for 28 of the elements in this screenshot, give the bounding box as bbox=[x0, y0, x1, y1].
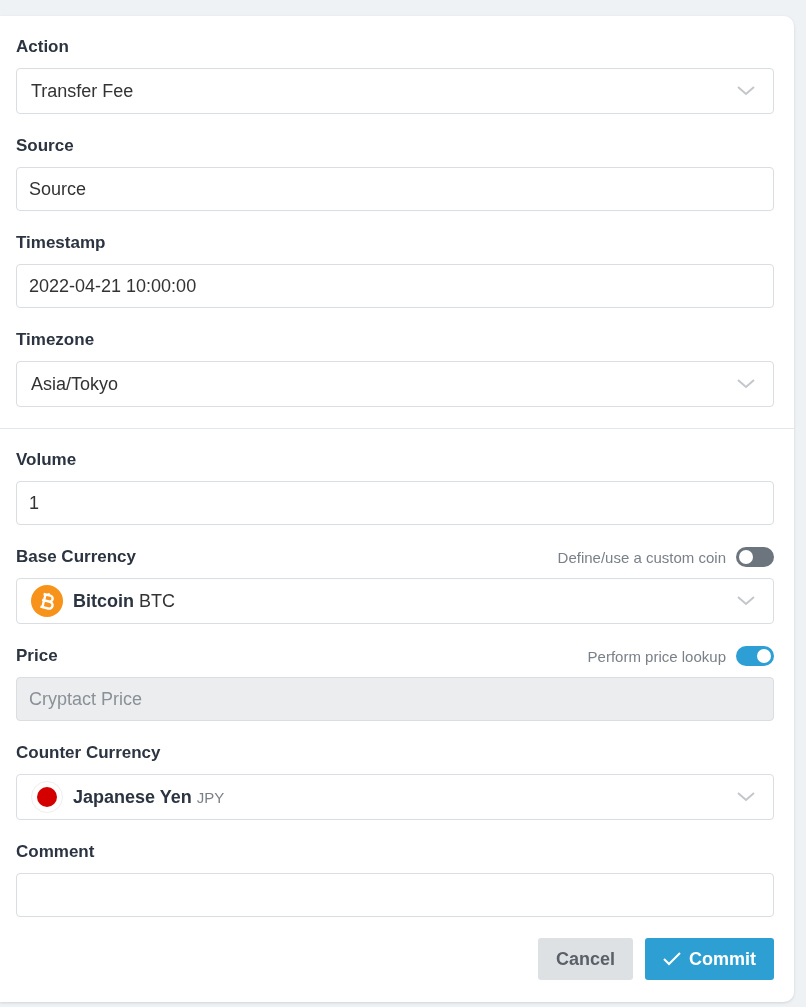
field-label: Comment bbox=[16, 842, 95, 862]
chevron-down-icon bbox=[737, 86, 755, 96]
toggle-label: Perform price lookup bbox=[587, 647, 726, 665]
toggle-switch[interactable] bbox=[736, 646, 774, 666]
select-field[interactable]: Transfer Fee bbox=[16, 68, 774, 114]
field-label: Source bbox=[16, 136, 74, 156]
input-field[interactable]: 1 bbox=[16, 481, 774, 525]
input-field[interactable]: Source bbox=[16, 167, 774, 211]
field-label: Counter Currency bbox=[16, 743, 161, 763]
field-label: Volume bbox=[16, 450, 77, 470]
field-label: Timezone bbox=[16, 330, 95, 350]
toggle-switch[interactable] bbox=[736, 547, 774, 567]
field-label: Timestamp bbox=[16, 233, 106, 253]
field-label: Action bbox=[16, 37, 69, 57]
select-field[interactable]: Asia/Tokyo bbox=[16, 361, 774, 407]
chevron-down-icon bbox=[737, 792, 755, 802]
toggle-label: Define/use a custom coin bbox=[557, 548, 726, 566]
select-field[interactable]: Japanese Yen JPY bbox=[16, 774, 774, 820]
input-field[interactable]: 2022-04-21 10:00:00 bbox=[16, 264, 774, 308]
input-field[interactable] bbox=[16, 873, 774, 917]
cancel-button[interactable]: Cancel bbox=[537, 938, 633, 980]
field-label: Price bbox=[16, 646, 58, 666]
chevron-down-icon bbox=[737, 596, 755, 606]
field-label: Base Currency bbox=[16, 547, 136, 567]
check-icon bbox=[663, 952, 681, 966]
input-field: Cryptact Price bbox=[16, 677, 774, 721]
chevron-down-icon bbox=[737, 379, 755, 389]
select-field[interactable]: Bitcoin BTC bbox=[16, 578, 774, 624]
